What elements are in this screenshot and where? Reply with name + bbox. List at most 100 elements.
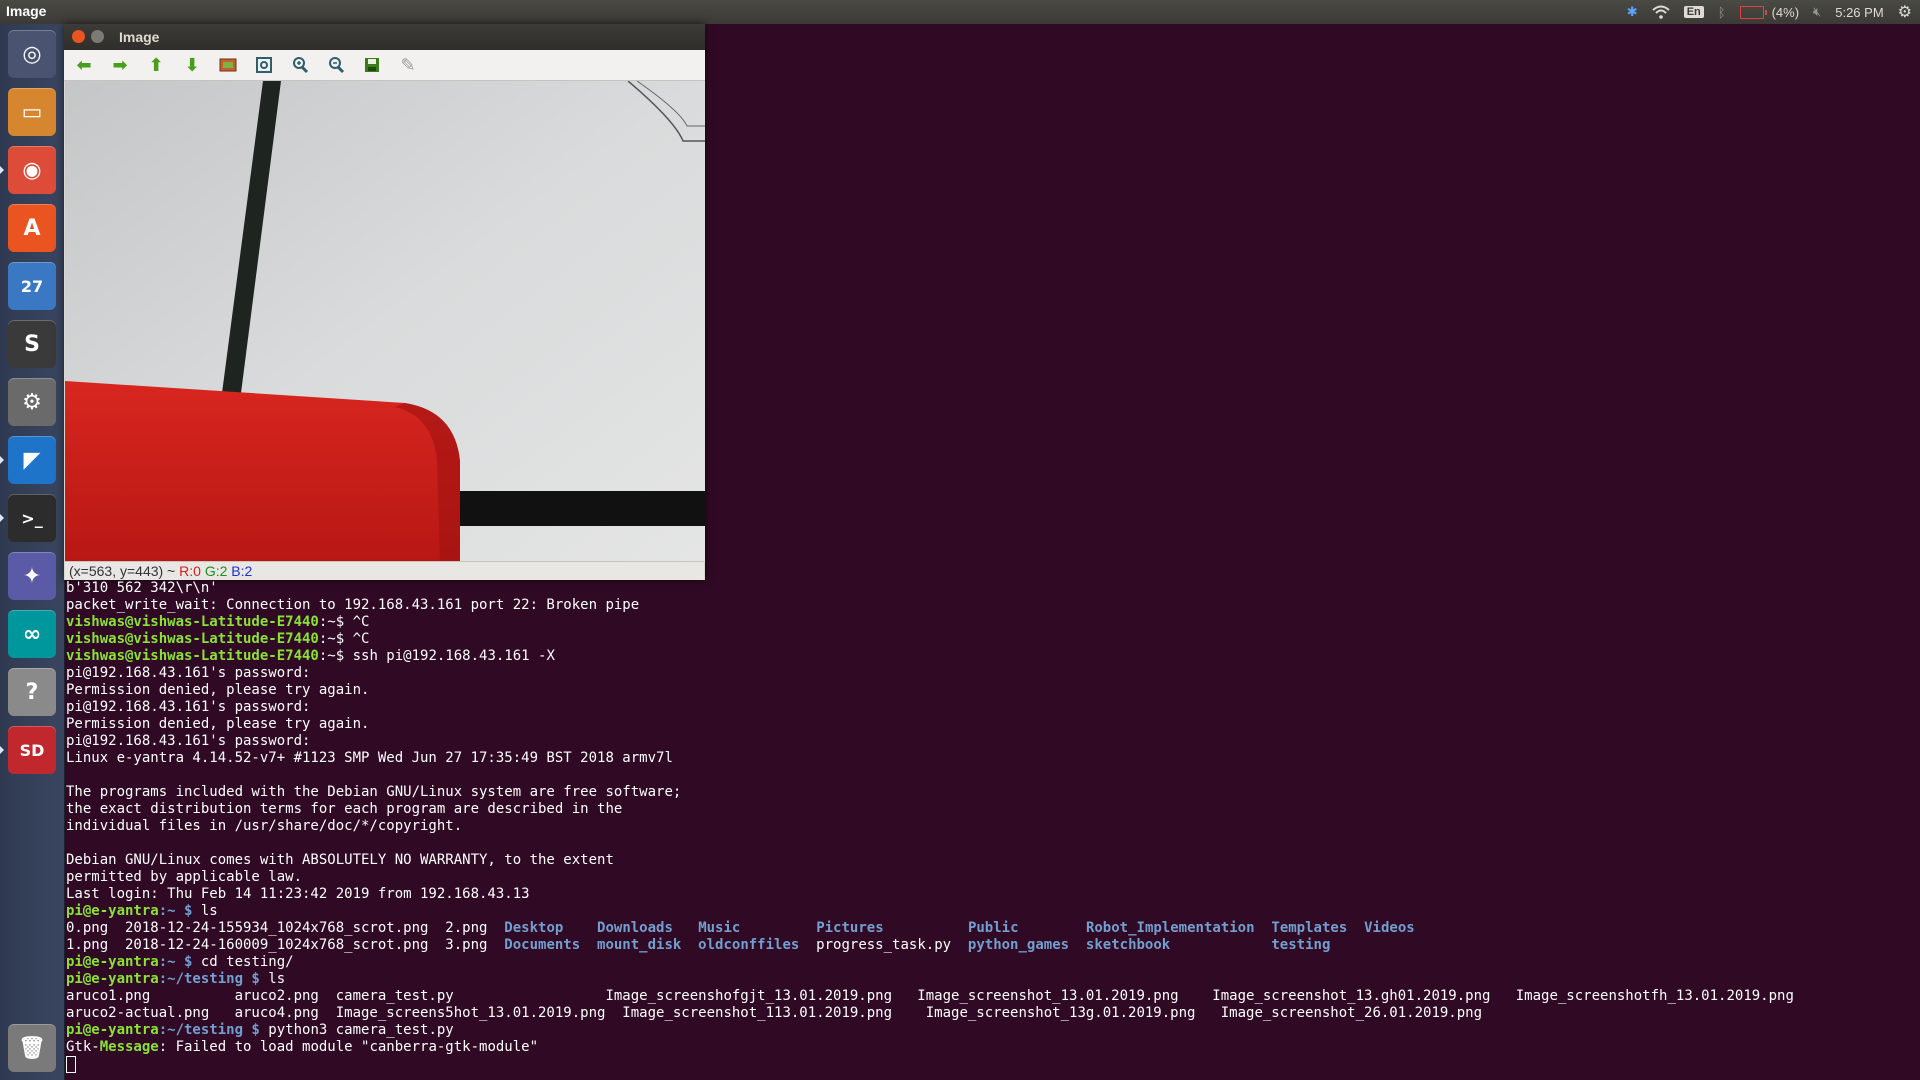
terminal-text: cd testing/: [200, 954, 294, 970]
terminal-line: permitted by applicable law.: [66, 869, 1920, 886]
terminal-line: pi@e-yantra:~/testing $ ls: [66, 971, 1920, 988]
launcher-chrome[interactable]: ◉: [8, 146, 56, 194]
terminal-text: 1.png 2018-12-24-160009_1024x768_scrot.p…: [66, 937, 505, 953]
terminal-line: Permission denied, please try again.: [66, 682, 1920, 699]
terminal-text: aruco2-actual.png aruco4.png Image_scree…: [66, 1005, 1483, 1021]
sd-card-icon: SD: [19, 740, 45, 760]
battery-indicator[interactable]: (4%): [1739, 4, 1800, 20]
terminal-line: Gtk-Message: Failed to load module "canb…: [66, 1039, 1920, 1056]
terminal-text: Pictures: [816, 920, 884, 936]
launcher-dash-home[interactable]: ◎: [8, 30, 56, 78]
launcher-terminal[interactable]: >_: [8, 494, 56, 542]
terminal-text: vishwas@vishwas-Latitude-E7440: [66, 648, 319, 664]
window-titlebar[interactable]: Image: [64, 24, 705, 50]
bluetooth-disabled-icon[interactable]: ✱: [1627, 4, 1638, 20]
launcher-sublime-text[interactable]: S: [8, 320, 56, 368]
terminal-text: the exact distribution terms for each pr…: [66, 801, 623, 817]
terminal-text: Public: [967, 920, 1019, 936]
terminal-text: ls: [200, 903, 218, 919]
terminal-line: Debian GNU/Linux comes with ABSOLUTELY N…: [66, 852, 1920, 869]
terminal-text: pi@e-yantra: [66, 954, 159, 970]
launcher-files[interactable]: ▭: [8, 88, 56, 136]
save-image-icon[interactable]: [216, 53, 240, 77]
terminal-text: mount_disk: [597, 937, 682, 953]
save-icon[interactable]: [360, 53, 384, 77]
back-arrow-icon[interactable]: ⬅: [72, 53, 96, 77]
up-arrow-icon[interactable]: ⬆: [144, 53, 168, 77]
keyboard-language-indicator[interactable]: En: [1683, 6, 1704, 18]
launcher-vscode[interactable]: ◤: [8, 436, 56, 484]
running-indicator: [0, 514, 4, 522]
clock[interactable]: 5:26 PM: [1835, 5, 1883, 20]
camera-image[interactable]: [65, 81, 705, 561]
sublime-icon: S: [24, 331, 40, 357]
terminal-line: packet_write_wait: Connection to 192.168…: [66, 597, 1920, 614]
terminal-text: pi@e-yantra: [66, 971, 159, 987]
forward-arrow-icon[interactable]: ➡: [108, 53, 132, 77]
volume-muted-icon[interactable]: 🔇︎: [1813, 4, 1821, 20]
terminal-line: aruco1.png aruco2.png camera_test.py Ima…: [66, 988, 1920, 1005]
launcher-software-center[interactable]: A: [8, 204, 56, 252]
green-value: G:2: [204, 563, 228, 579]
down-arrow-icon[interactable]: ⬇: [180, 53, 204, 77]
settings-icon: ⚙: [22, 389, 42, 415]
launcher-trash[interactable]: 🗑: [8, 1024, 56, 1072]
pixel-status-bar: (x=563, y=443) ~ R:0 G:2 B:2: [65, 561, 704, 580]
terminal-text: 0.png 2018-12-24-155934_1024x768_scrot.p…: [66, 920, 505, 936]
terminal-output[interactable]: b'310 562 342\r\n' packet_write_wait: Con…: [66, 580, 1920, 1080]
terminal-line: the exact distribution terms for each pr…: [66, 801, 1920, 818]
terminal-text: packet_write_wait: Connection to 192.168…: [66, 597, 640, 613]
terminal-line: b'310 562 342\r\n': [66, 580, 1920, 597]
trash-icon: 🗑: [18, 1035, 46, 1061]
ubuntu-logo-icon: ◎: [22, 41, 42, 67]
close-window-button[interactable]: [72, 30, 85, 43]
terminal-text: Downloads: [597, 920, 673, 936]
terminal-text: The programs included with the Debian GN…: [66, 784, 682, 800]
terminal-line: 1.png 2018-12-24-160009_1024x768_scrot.p…: [66, 937, 1920, 954]
terminal-text: Documents: [504, 937, 581, 953]
minimize-window-button[interactable]: [91, 30, 104, 43]
terminal-line: Linux e-yantra 4.14.52-v7+ #1123 SMP Wed…: [66, 750, 1920, 767]
launcher-unity-tweak[interactable]: ✦: [8, 552, 56, 600]
terminal-text: : Failed to load module "canberra-gtk-mo…: [158, 1039, 539, 1055]
terminal-text: Message: [99, 1039, 159, 1055]
terminal-text: :~$ ^C: [318, 631, 370, 647]
launcher-arduino[interactable]: ∞: [8, 610, 56, 658]
running-indicator: [0, 456, 4, 464]
terminal-text: progress_task.py: [799, 937, 968, 953]
gear-icon[interactable]: ⚙: [1898, 2, 1912, 22]
running-indicator: [0, 746, 4, 754]
zoom-out-icon[interactable]: [324, 53, 348, 77]
launcher-sd-card-formatter[interactable]: SD: [8, 726, 56, 774]
launcher-help[interactable]: ?: [8, 668, 56, 716]
terminal-text: ls: [268, 971, 286, 987]
terminal-text: :~ $: [158, 954, 201, 970]
terminal-text: Permission denied, please try again.: [66, 682, 370, 698]
terminal-line: pi@192.168.43.161's password:: [66, 699, 1920, 716]
image-toolbar: ⬅ ➡ ⬆ ⬇ ✎: [64, 50, 705, 81]
terminal-text: Permission denied, please try again.: [66, 716, 370, 732]
zoom-in-icon[interactable]: [288, 53, 312, 77]
terminal-text: pi@192.168.43.161's password:: [66, 665, 311, 681]
terminal-text: Desktop: [504, 920, 564, 936]
battery-percent: (4%): [1771, 4, 1800, 20]
terminal-line: The programs included with the Debian GN…: [66, 784, 1920, 801]
bluetooth-icon[interactable]: ᛒ: [1718, 5, 1726, 20]
properties-icon[interactable]: ✎: [396, 53, 420, 77]
terminal-line: pi@e-yantra:~ $ ls: [66, 903, 1920, 920]
terminal-text: Debian GNU/Linux comes with ABSOLUTELY N…: [66, 852, 614, 868]
battery-icon: [1739, 5, 1767, 19]
launcher-calendar[interactable]: 27: [8, 262, 56, 310]
launcher-system-settings[interactable]: ⚙: [8, 378, 56, 426]
terminal-line: pi@e-yantra:~/testing $ python3 camera_t…: [66, 1022, 1920, 1039]
wifi-icon[interactable]: [1652, 5, 1670, 19]
terminal-text: oldconffiles: [698, 937, 800, 953]
zoom-fit-icon[interactable]: [252, 53, 276, 77]
system-tray: ✱ En ᛒ (4%) 🔇︎ 5:26 PM ⚙: [1627, 0, 1920, 24]
tweak-icon: ✦: [22, 563, 42, 589]
